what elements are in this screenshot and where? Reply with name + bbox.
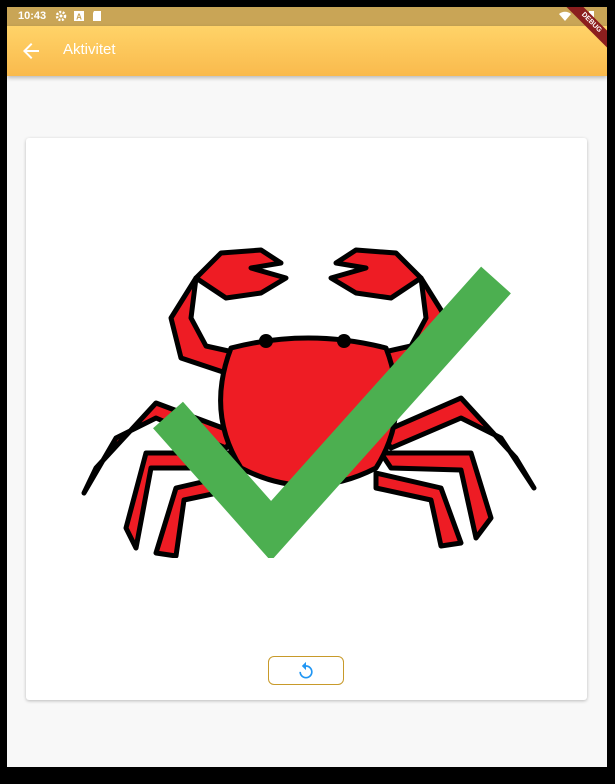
status-bar: 10:43 A	[7, 7, 607, 26]
sd-card-icon	[93, 11, 101, 21]
crab-eye-right	[337, 334, 351, 348]
activity-card	[26, 138, 587, 700]
refresh-icon	[299, 661, 313, 679]
device-screen: 10:43 A Aktivitet DEBUG	[7, 7, 607, 767]
app-bar: Aktivitet	[7, 26, 607, 76]
reset-button[interactable]	[268, 656, 344, 685]
activity-image	[81, 247, 537, 558]
arrow-back-icon[interactable]	[19, 39, 43, 63]
page-title: Aktivitet	[63, 41, 116, 58]
crab-eye-left	[259, 334, 273, 348]
status-time: 10:43	[18, 10, 47, 22]
settings-icon	[55, 10, 67, 22]
a-badge-icon: A	[74, 11, 84, 22]
wifi-icon	[559, 11, 571, 21]
svg-text:A: A	[76, 13, 82, 22]
